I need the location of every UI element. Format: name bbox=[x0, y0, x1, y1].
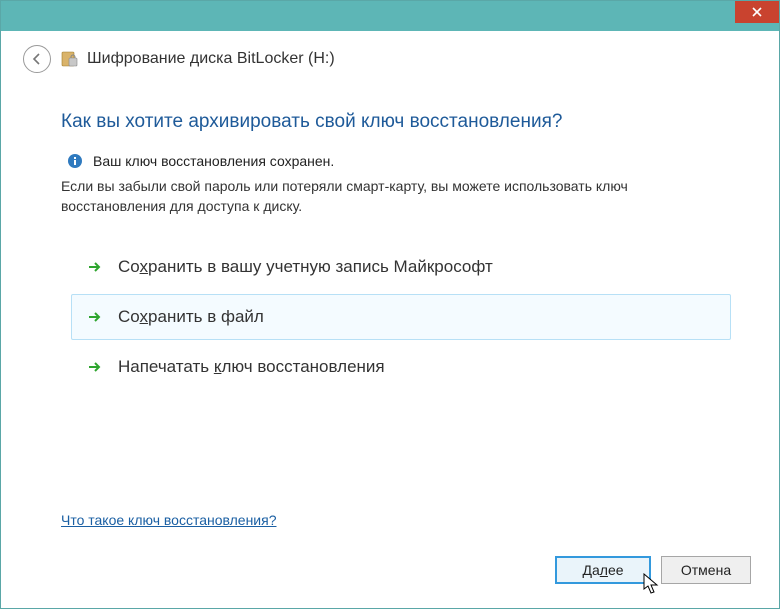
header-row: Шифрование диска BitLocker (H:) bbox=[9, 31, 771, 79]
close-button[interactable] bbox=[735, 1, 779, 23]
options-list: Сохранить в вашу учетную запись Майкросо… bbox=[71, 244, 731, 390]
status-row: Ваш ключ восстановления сохранен. bbox=[67, 153, 731, 169]
back-button[interactable] bbox=[23, 45, 51, 73]
button-row: Далее Отмена bbox=[555, 556, 751, 584]
option-save-file[interactable]: Сохранить в файл bbox=[71, 294, 731, 340]
bitlocker-icon bbox=[61, 50, 79, 68]
close-icon bbox=[752, 7, 762, 17]
option-label: Сохранить в вашу учетную запись Майкросо… bbox=[118, 257, 493, 277]
dialog-window: Шифрование диска BitLocker (H:) Как вы х… bbox=[0, 0, 780, 609]
arrow-right-icon bbox=[86, 359, 102, 375]
heading-question: Как вы хотите архивировать свой ключ вос… bbox=[61, 111, 731, 133]
next-button[interactable]: Далее bbox=[555, 556, 651, 584]
back-arrow-icon bbox=[30, 52, 44, 66]
help-link[interactable]: Что такое ключ восстановления? bbox=[61, 512, 277, 528]
arrow-right-icon bbox=[86, 259, 102, 275]
cancel-button-label: Отмена bbox=[681, 562, 731, 578]
option-save-ms-account[interactable]: Сохранить в вашу учетную запись Майкросо… bbox=[71, 244, 731, 290]
dialog-body: Шифрование диска BitLocker (H:) Как вы х… bbox=[9, 31, 771, 600]
info-icon bbox=[67, 153, 83, 169]
cancel-button[interactable]: Отмена bbox=[661, 556, 751, 584]
option-label: Напечатать ключ восстановления bbox=[118, 357, 385, 377]
description-text: Если вы забыли свой пароль или потеряли … bbox=[61, 177, 731, 216]
option-print-key[interactable]: Напечатать ключ восстановления bbox=[71, 344, 731, 390]
arrow-right-icon bbox=[86, 309, 102, 325]
page-title: Шифрование диска BitLocker (H:) bbox=[87, 50, 335, 68]
titlebar bbox=[1, 1, 779, 31]
status-text: Ваш ключ восстановления сохранен. bbox=[93, 153, 334, 169]
option-label: Сохранить в файл bbox=[118, 307, 264, 327]
content-area: Как вы хотите архивировать свой ключ вос… bbox=[9, 79, 771, 390]
next-button-label: Далее bbox=[582, 562, 623, 578]
